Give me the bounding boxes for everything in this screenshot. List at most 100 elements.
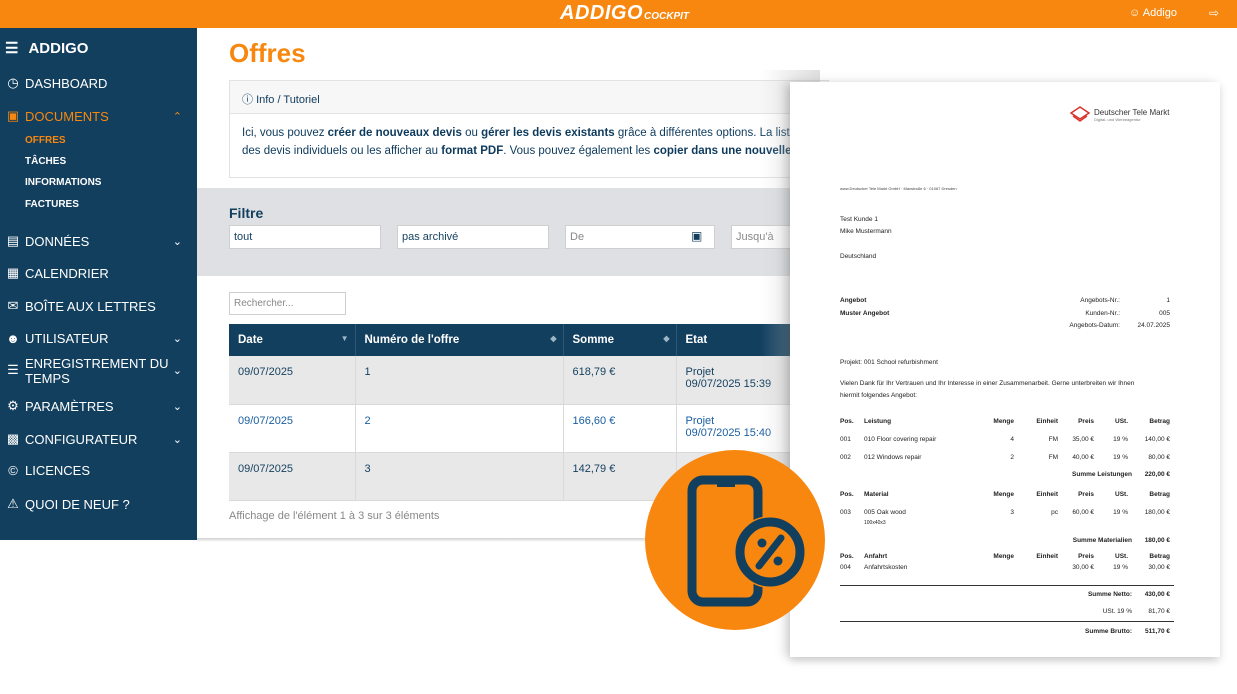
- menu-icon[interactable]: ☰: [5, 40, 18, 57]
- sidebar-item-documents[interactable]: ▣ DOCUMENTS ⌃: [4, 108, 190, 124]
- sidebar-brand[interactable]: ☰ ADDIGO: [5, 39, 88, 57]
- sort-icon[interactable]: ◆: [663, 334, 669, 343]
- table-row[interactable]: 09/07/2025 2 166,60 € Projet 09/07/2025 1…: [229, 404, 829, 453]
- sidebar-item-utilisateur[interactable]: ☻ UTILISATEUR ⌄: [4, 331, 190, 346]
- cell-sum[interactable]: 166,60 €: [563, 404, 677, 453]
- users-icon: ☻: [6, 331, 20, 346]
- filter-archive-select[interactable]: pas archivé: [397, 225, 549, 249]
- col-head: Einheit: [1036, 491, 1058, 498]
- col-head: Betrag: [1149, 418, 1170, 425]
- row-cell: 60,00 €: [1072, 509, 1094, 516]
- col-head: Einheit: [1036, 418, 1058, 425]
- column-sum[interactable]: Somme ◆: [563, 324, 677, 356]
- sidebar-item-enregistrement[interactable]: ☰ ENREGISTREMENT DU TEMPS ⌄: [4, 356, 190, 386]
- total-value: 81,70 €: [1148, 608, 1170, 615]
- col-head: Preis: [1078, 491, 1094, 498]
- phone-percent-icon: [687, 475, 806, 607]
- sidebar-item-calendrier[interactable]: ▦ CALENDRIER: [4, 265, 190, 281]
- recipient-line: Mike Mustermann: [840, 228, 892, 235]
- list-icon: ☰: [7, 362, 19, 377]
- col-head: Pos.: [840, 553, 854, 560]
- row-extra: 100x40x3: [864, 520, 886, 526]
- total-label: USt. 19 %: [1102, 608, 1132, 615]
- row-cell: 19 %: [1113, 436, 1128, 443]
- row-cell: 80,00 €: [1148, 454, 1170, 461]
- warning-icon: ⚠: [7, 496, 19, 511]
- sidebar-item-configurateur[interactable]: ▩ CONFIGURATEUR ⌄: [4, 431, 190, 447]
- mail-icon: ✉: [7, 298, 19, 313]
- row-cell: 4: [1010, 436, 1014, 443]
- app-logo: ADDIGOCOCKPIT: [560, 2, 689, 24]
- row-cell: 012 Windows repair: [864, 454, 922, 461]
- divider: [840, 621, 1174, 622]
- filter-all-select[interactable]: tout: [229, 225, 381, 249]
- col-head: Preis: [1078, 553, 1094, 560]
- page-title: Offres: [229, 38, 306, 68]
- chevron-up-icon: ⌃: [172, 110, 182, 123]
- company-name: Deutscher Tele Markt: [1094, 108, 1170, 117]
- info-panel: ⓘ Info / Tutoriel Ici, vous pouvez créer…: [229, 80, 829, 178]
- row-cell: Anfahrtskosten: [864, 564, 908, 571]
- col-head: Pos.: [840, 418, 854, 425]
- gear-icon: ⚙: [7, 398, 19, 413]
- row-cell: 005 Oak wood: [864, 509, 906, 516]
- meta-label: Kunden-Nr.:: [1085, 310, 1120, 317]
- data-icon: ▤: [6, 233, 20, 248]
- row-cell: 19 %: [1113, 454, 1128, 461]
- meta-value: 24.07.2025: [1137, 322, 1170, 329]
- meta-label: Angebots-Nr.:: [1080, 297, 1120, 304]
- sidebar-subitem-informations[interactable]: INFORMATIONS: [25, 177, 101, 188]
- user-menu[interactable]: ☺ Addigo: [1129, 7, 1177, 19]
- dashboard-icon: ◷: [7, 75, 19, 90]
- sidebar: ☰ ADDIGO ◷ DASHBOARD ▣ DOCUMENTS ⌃ OFFRES TÂ…: [0, 28, 197, 540]
- company-logo-icon: [1070, 106, 1090, 122]
- total-value: 511,70 €: [1145, 628, 1170, 635]
- col-head: Preis: [1078, 418, 1094, 425]
- sidebar-item-donnees[interactable]: ▤ DONNÉES ⌄: [4, 233, 190, 249]
- sort-icon[interactable]: ◆: [550, 334, 556, 343]
- cell-date[interactable]: 09/07/2025: [229, 404, 356, 453]
- row-cell: 180,00 €: [1144, 509, 1170, 516]
- col-head: Anfahrt: [864, 553, 888, 560]
- col-head: USt.: [1115, 418, 1128, 425]
- subtotal-value: 180,00 €: [1144, 537, 1170, 544]
- column-number[interactable]: Numéro de l'offre ◆: [355, 324, 564, 356]
- intro-text: hiermit folgendes Angebot:: [840, 392, 917, 399]
- sidebar-subitem-factures[interactable]: FACTURES: [25, 199, 79, 210]
- sidebar-item-dashboard[interactable]: ◷ DASHBOARD: [4, 75, 190, 91]
- search-input[interactable]: Rechercher...: [229, 292, 346, 315]
- sidebar-subitem-taches[interactable]: TÂCHES: [25, 156, 66, 167]
- sidebar-item-parametres[interactable]: ⚙ PARAMÈTRES ⌄: [4, 398, 190, 414]
- col-head: Menge: [993, 553, 1014, 560]
- chevron-down-icon: ⌄: [172, 400, 182, 413]
- cell-date: 09/07/2025: [229, 356, 356, 405]
- cell-number[interactable]: 2: [355, 404, 564, 453]
- sidebar-item-licences[interactable]: © LICENCES: [4, 463, 190, 478]
- col-head: Leistung: [864, 418, 892, 425]
- sidebar-item-boite-aux-lettres[interactable]: ✉ BOÎTE AUX LETTRES: [4, 298, 190, 314]
- row-cell: 010 Floor covering repair: [864, 436, 937, 443]
- sidebar-subitem-offres[interactable]: OFFRES: [25, 135, 66, 146]
- col-head: USt.: [1115, 491, 1128, 498]
- col-head: Einheit: [1036, 553, 1058, 560]
- mobile-discount-badge: [645, 450, 825, 630]
- sidebar-item-quoi-de-neuf[interactable]: ⚠ QUOI DE NEUF ?: [4, 496, 190, 512]
- copyright-icon: ©: [8, 463, 18, 478]
- recipient-line: Deutschland: [840, 253, 877, 260]
- row-cell: 30,00 €: [1072, 564, 1094, 571]
- table-row[interactable]: 09/07/2025 1 618,79 € Projet 09/07/2025 1…: [229, 356, 829, 405]
- configurator-icon: ▩: [6, 431, 20, 446]
- top-bar: ADDIGOCOCKPIT ☺ Addigo ⇨: [0, 0, 1237, 28]
- pagination-info: Affichage de l'élément 1 à 3 sur 3 éléme…: [229, 510, 440, 522]
- cell-sum: 618,79 €: [563, 356, 677, 405]
- logout-icon[interactable]: ⇨: [1209, 6, 1219, 20]
- total-label: Summe Brutto:: [1085, 628, 1132, 635]
- row-cell: 19 %: [1113, 564, 1128, 571]
- calendar-icon[interactable]: ▣: [691, 229, 702, 243]
- chevron-down-icon: ⌄: [172, 333, 182, 345]
- info-header[interactable]: ⓘ Info / Tutoriel: [230, 81, 828, 114]
- sort-desc-icon[interactable]: ▼: [341, 334, 349, 343]
- column-date[interactable]: Date ▼: [229, 324, 356, 356]
- row-cell: 001: [840, 436, 851, 443]
- calendar-icon: ▦: [6, 265, 20, 280]
